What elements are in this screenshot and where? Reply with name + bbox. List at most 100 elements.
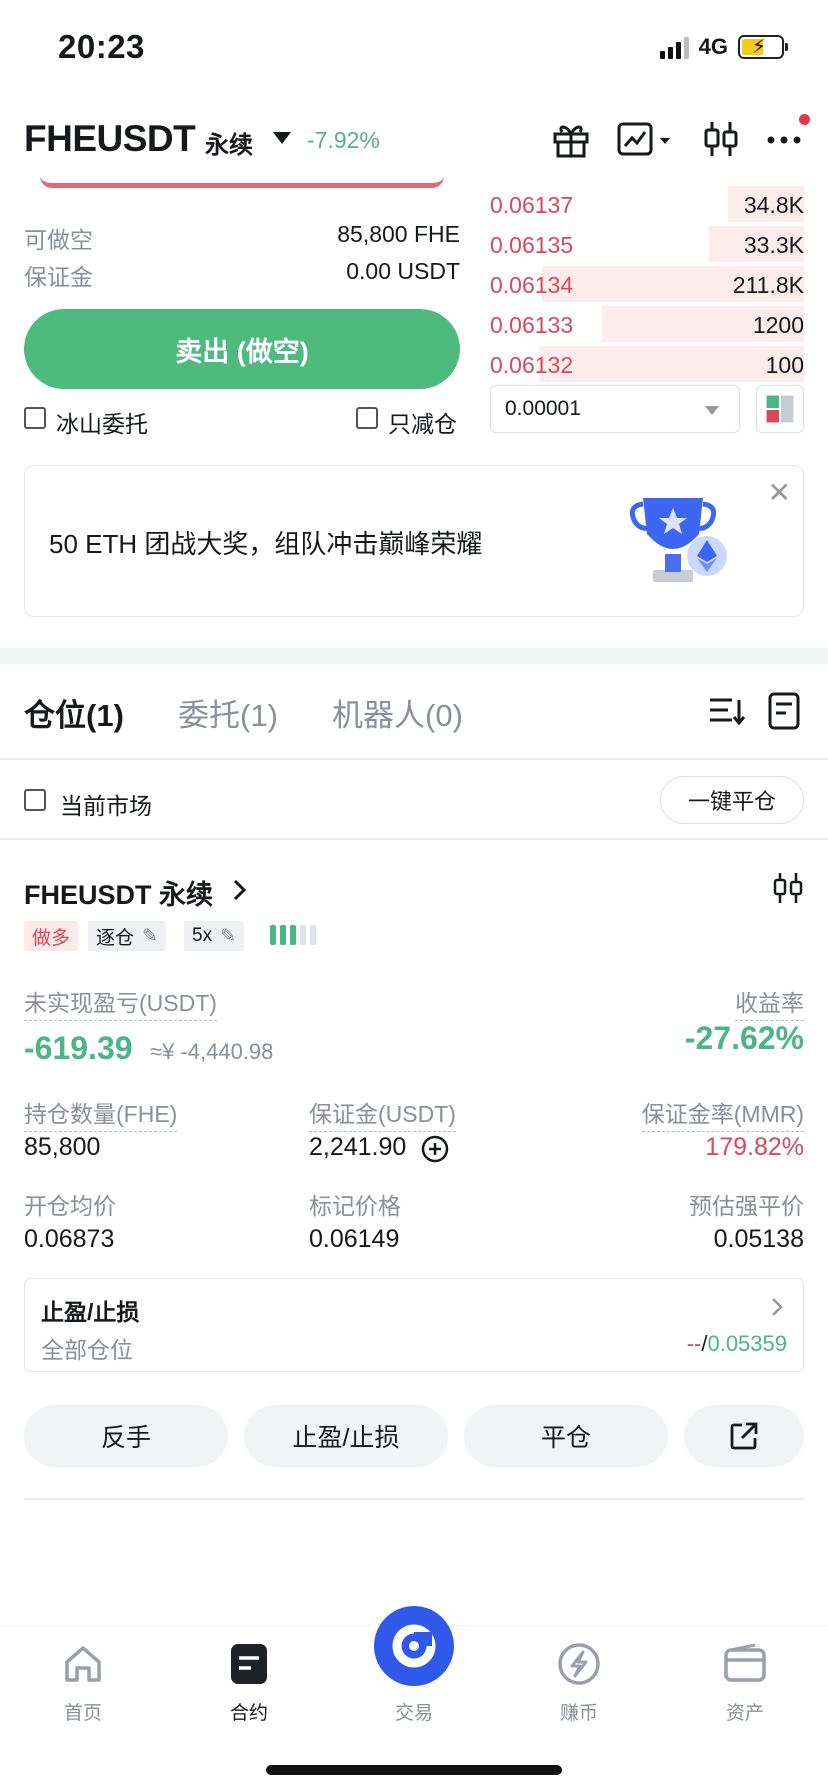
tab-orders[interactable]: 委托(1) — [178, 690, 278, 735]
margin-usdt-label: 保证金(USDT) — [309, 1095, 456, 1132]
unrealized-pnl-label: 未实现盈亏(USDT) — [24, 984, 217, 1021]
ask-quantity: 1200 — [752, 312, 804, 338]
trade-icon — [392, 1624, 436, 1668]
current-market-checkbox[interactable] — [24, 789, 46, 811]
margin-value: 0.00 USDT — [346, 258, 460, 284]
tpsl-scope: 全部仓位 — [41, 1337, 133, 1363]
unrealized-pnl-value: -619.39 — [24, 1030, 133, 1066]
size-value: 85,800 — [24, 1133, 101, 1161]
slider-track[interactable] — [40, 176, 444, 188]
home-indicator[interactable] — [266, 1765, 562, 1775]
margin-label: 保证金 — [24, 264, 93, 290]
iceberg-checkbox[interactable] — [24, 407, 46, 429]
tpsl-summary[interactable]: 止盈/止损 全部仓位 --/0.05359 — [24, 1278, 804, 1372]
tpsl-sl-value: 0.05359 — [707, 1331, 787, 1356]
ask-price: 0.06135 — [490, 232, 574, 258]
orderbook-ask-row[interactable]: 0.06137 34.8K — [488, 186, 804, 226]
gift-icon[interactable] — [550, 118, 592, 160]
mmr-label: 保证金率(MMR) — [641, 1095, 804, 1132]
network-type: 4G — [698, 34, 728, 59]
nav-label: 赚币 — [559, 1703, 598, 1724]
sell-short-button[interactable]: 卖出 (做空) — [24, 309, 460, 389]
tab-bots[interactable]: 机器人(0) — [332, 690, 463, 735]
trade-center-button[interactable] — [374, 1606, 454, 1686]
reduce-only-checkbox[interactable] — [356, 407, 378, 429]
status-indicators: 4G ⚡ — [659, 34, 788, 60]
nav-home[interactable]: 首页 — [28, 1640, 138, 1724]
banner-text: 50 ETH 团战大奖，组队冲击巅峰荣耀 — [49, 529, 483, 559]
nav-label: 资产 — [725, 1703, 764, 1724]
add-margin-icon[interactable] — [420, 1134, 450, 1164]
candlestick-icon[interactable] — [770, 870, 806, 906]
roe-value: -27.62% — [684, 1020, 804, 1056]
tick-size-value: 0.00001 — [505, 397, 581, 420]
battery-icon: ⚡ — [738, 35, 788, 59]
ask-quantity: 211.8K — [732, 272, 804, 298]
close-icon[interactable]: ✕ — [768, 476, 791, 509]
position-symbol[interactable]: FHEUSDT 永续 — [24, 873, 213, 912]
ask-price: 0.06134 — [490, 272, 574, 298]
ask-price: 0.06133 — [490, 312, 574, 338]
tpsl-tp-value: -- — [686, 1331, 702, 1356]
history-icon[interactable] — [764, 690, 804, 730]
pair-symbol[interactable]: FHEUSDT — [24, 118, 196, 160]
liq-price-value: 0.05138 — [713, 1225, 804, 1253]
earn-icon — [558, 1643, 600, 1685]
more-icon[interactable] — [764, 118, 806, 160]
chart-icon[interactable] — [616, 118, 676, 160]
share-icon — [730, 1422, 758, 1450]
margin-mode-text: 逐仓 — [96, 927, 135, 949]
orderbook-ask-row[interactable]: 0.06134 211.8K — [488, 266, 804, 306]
nav-assets[interactable]: 资产 — [690, 1640, 800, 1724]
leverage-text: 5x — [192, 925, 213, 946]
promo-banner[interactable]: 50 ETH 团战大奖，组队冲击巅峰荣耀 ✕ — [24, 465, 804, 617]
tpsl-values: --/0.05359 — [687, 1331, 787, 1357]
iceberg-label: 冰山委托 — [56, 411, 148, 437]
share-button[interactable] — [684, 1405, 804, 1467]
candlestick-icon[interactable] — [700, 118, 742, 160]
orderbook-ask-row[interactable]: 0.06135 33.3K — [488, 226, 804, 266]
leverage-badge[interactable]: 5x ✎ — [184, 921, 244, 951]
close-all-button[interactable]: 一键平仓 — [660, 776, 804, 824]
mark-price-value: 0.06149 — [309, 1225, 400, 1253]
available-short-value: 85,800 FHE — [337, 221, 460, 247]
entry-price-value: 0.06873 — [24, 1225, 115, 1253]
nav-earn[interactable]: 赚币 — [524, 1640, 634, 1724]
tpsl-button[interactable]: 止盈/止损 — [244, 1405, 448, 1467]
margin-mode-badge[interactable]: 逐仓 ✎ — [88, 921, 166, 951]
liq-price-label: 预估强平价 — [689, 1193, 804, 1219]
ask-quantity: 33.3K — [743, 232, 804, 258]
mark-price-label: 标记价格 — [309, 1193, 401, 1219]
chevron-right-icon[interactable] — [230, 876, 250, 904]
orderbook-layout-icon[interactable] — [756, 385, 804, 433]
status-time: 20:23 — [58, 28, 145, 65]
sort-icon[interactable] — [706, 690, 746, 730]
tick-size-select[interactable]: 0.00001 — [490, 385, 740, 433]
current-market-label: 当前市场 — [60, 793, 152, 819]
trophy-icon — [629, 498, 727, 582]
divider — [0, 758, 828, 760]
tab-positions[interactable]: 仓位(1) — [24, 690, 124, 735]
ask-price: 0.06137 — [490, 192, 574, 218]
side-badge: 做多 — [24, 921, 79, 951]
contract-type[interactable]: 永续 — [205, 125, 253, 160]
nav-label: 合约 — [229, 1703, 268, 1724]
divider — [24, 1498, 804, 1500]
close-position-button[interactable]: 平仓 — [464, 1405, 668, 1467]
section-divider — [0, 648, 828, 664]
chevron-down-icon — [705, 406, 719, 415]
ask-quantity: 34.8K — [743, 192, 804, 218]
available-short-label: 可做空 — [24, 227, 93, 253]
signal-icon — [659, 35, 689, 59]
nav-contract[interactable]: 合约 — [194, 1640, 304, 1724]
orderbook-ask-row[interactable]: 0.06132 100 — [488, 346, 804, 386]
tpsl-title: 止盈/止损 — [41, 1299, 140, 1325]
contract-icon — [231, 1644, 267, 1684]
chevron-right-icon — [772, 1298, 783, 1316]
pair-dropdown-icon[interactable] — [273, 132, 291, 144]
orderbook-ask-row[interactable]: 0.06133 1200 — [488, 306, 804, 346]
reverse-button[interactable]: 反手 — [24, 1405, 228, 1467]
divider — [0, 838, 828, 840]
unrealized-pnl-cny: ≈¥ -4,440.98 — [150, 1039, 274, 1064]
depth-bar — [539, 346, 804, 382]
